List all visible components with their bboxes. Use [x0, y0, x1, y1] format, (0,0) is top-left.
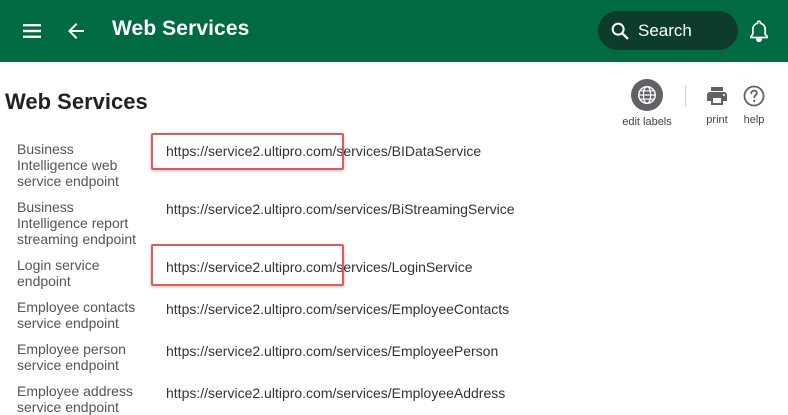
- employee-contacts-url[interactable]: https://service2.ultipro.com/services/Em…: [166, 301, 509, 317]
- employee-address-label: Employee address service endpoint: [17, 383, 133, 415]
- help-icon: [739, 84, 769, 108]
- app-title: Web Services: [112, 17, 250, 40]
- menu-icon[interactable]: [20, 19, 44, 43]
- back-arrow-icon[interactable]: [64, 19, 88, 43]
- employee-person-label: Employee person service endpoint: [17, 341, 126, 373]
- help-button[interactable]: help: [739, 84, 769, 126]
- print-label: print: [706, 114, 728, 126]
- top-app-bar: Web Services Search: [0, 0, 788, 62]
- employee-person-url[interactable]: https://service2.ultipro.com/services/Em…: [166, 343, 498, 359]
- print-button[interactable]: print: [702, 84, 732, 126]
- notification-bell-icon[interactable]: [746, 18, 772, 44]
- edit-labels-button[interactable]: edit labels: [618, 79, 676, 128]
- employee-contacts-label: Employee contacts service endpoint: [17, 299, 136, 331]
- bi-report-streaming-url[interactable]: https://service2.ultipro.com/services/Bi…: [166, 201, 515, 217]
- search-placeholder: Search: [638, 21, 692, 40]
- globe-icon: [631, 79, 663, 111]
- toolbar-divider: [685, 85, 686, 107]
- printer-icon: [702, 84, 732, 108]
- page-title: Web Services: [5, 89, 148, 114]
- highlight-box: [151, 244, 344, 286]
- employee-address-url[interactable]: https://service2.ultipro.com/services/Em…: [166, 385, 505, 401]
- login-service-label: Login service endpoint: [17, 257, 100, 289]
- highlight-box: [151, 133, 344, 170]
- help-label: help: [743, 114, 765, 126]
- search-icon: [609, 20, 631, 42]
- bi-web-service-label: Business Intelligence web service endpoi…: [17, 141, 119, 189]
- edit-labels-label: edit labels: [622, 116, 672, 128]
- bi-report-streaming-label: Business Intelligence report streaming e…: [17, 199, 137, 247]
- search-input[interactable]: Search: [598, 11, 738, 50]
